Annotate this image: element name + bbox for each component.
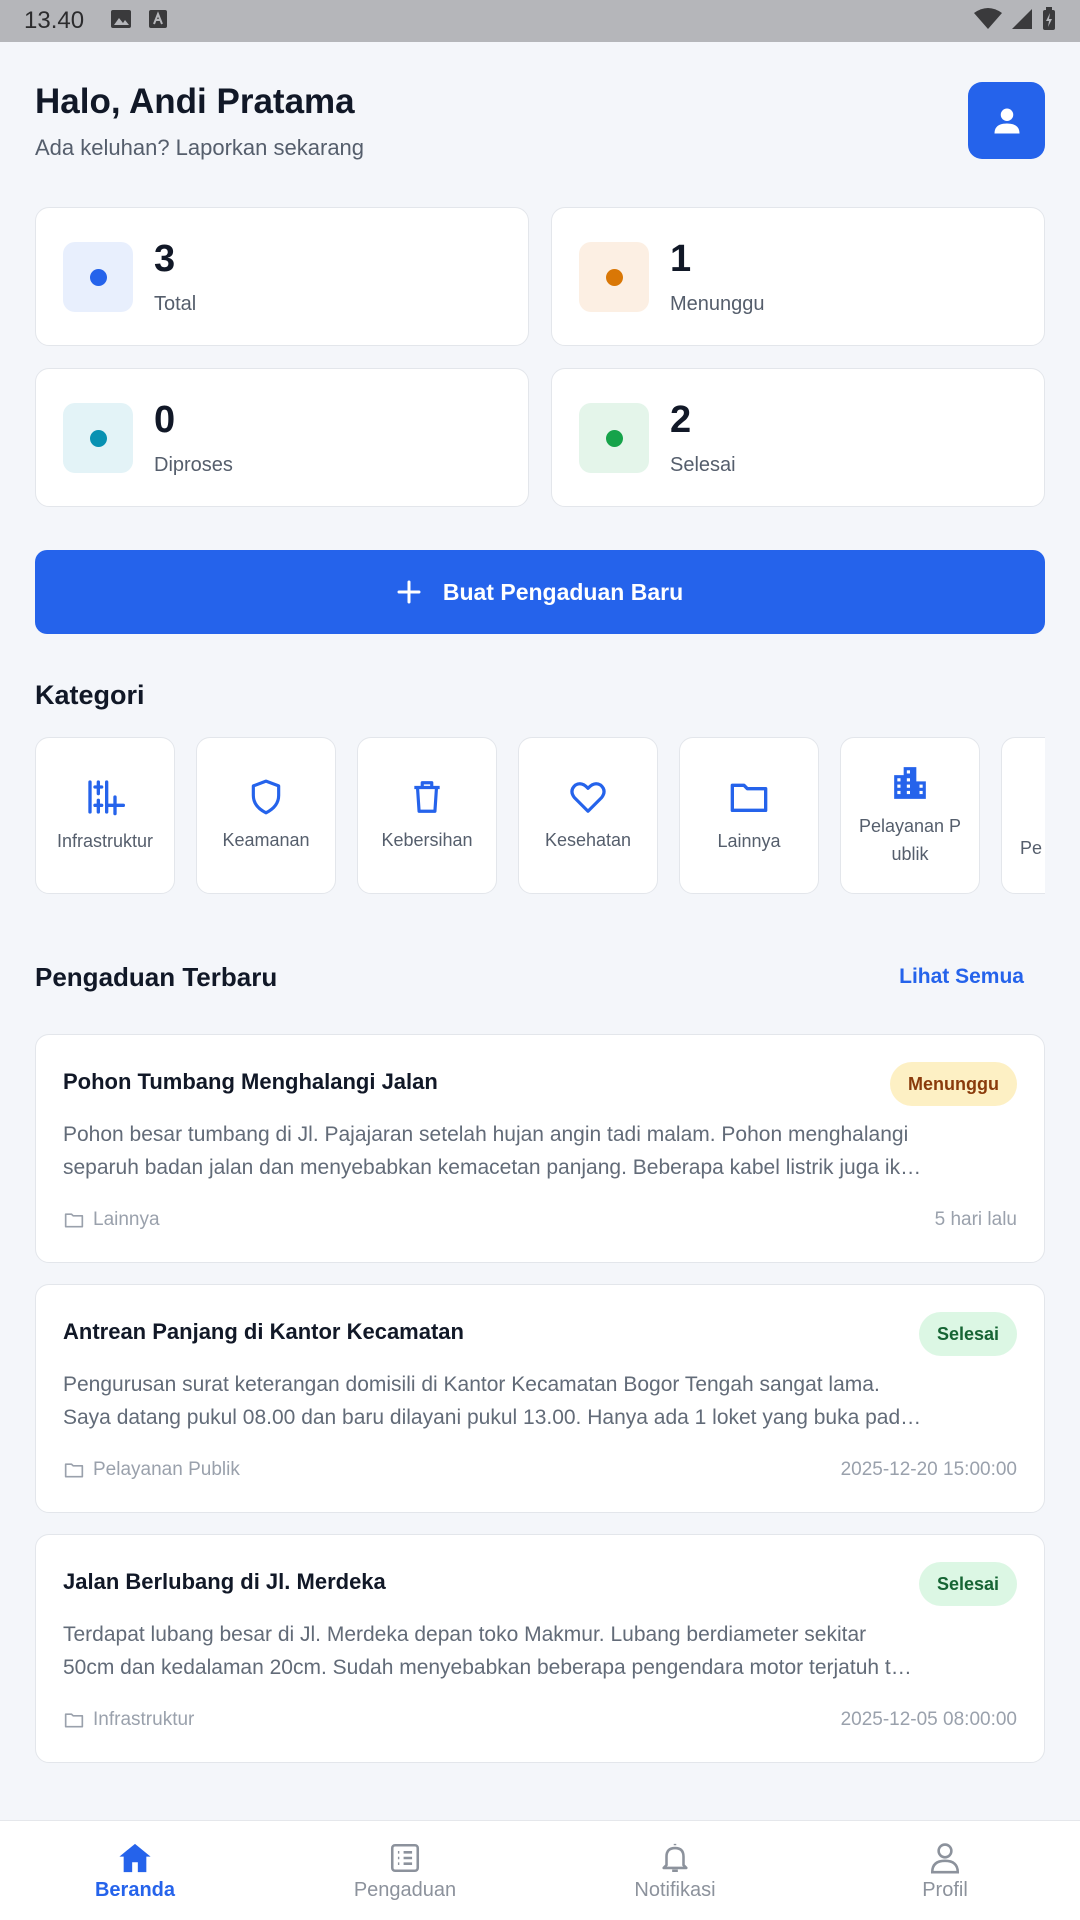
nav-label: Profil (922, 1878, 968, 1901)
stat-processing-icon (63, 403, 133, 473)
category-label: Kesehatan (544, 829, 632, 850)
complaint-title: Jalan Berlubang di Jl. Merdeka (63, 1569, 386, 1594)
new-complaint-label: Buat Pengaduan Baru (442, 578, 684, 605)
category-label: Keamanan (222, 829, 310, 850)
categories-title: Kategori (35, 680, 145, 710)
stat-total-label: Total (154, 293, 197, 315)
category-name: Lainnya (93, 1209, 160, 1230)
description-line: Saya datang pukul 08.00 dan baru dilayan… (63, 1406, 922, 1429)
complaint-category: Infrastruktur (63, 1709, 194, 1731)
category-label: Pelayanan Publik (858, 815, 962, 864)
stat-done-label: Selesai (670, 454, 736, 476)
category-label: Lainnya (717, 830, 781, 851)
description-line: Terdapat lubang besar di Jl. Merdeka dep… (63, 1623, 867, 1646)
stat-processing-value: 0 (154, 399, 176, 441)
stat-done-icon (579, 403, 649, 473)
plus-icon (397, 580, 421, 604)
status-badge: Selesai (918, 1312, 1017, 1356)
wifi-icon (974, 7, 1002, 35)
nav-profil[interactable]: Profil (810, 1821, 1080, 1920)
recent-title: Pengaduan Terbaru (35, 962, 278, 992)
category-lainnya[interactable]: Lainnya (679, 737, 819, 894)
complaint-description: Terdapat lubang besar di Jl. Merdeka dep… (63, 1618, 1019, 1684)
header: Halo, Andi Pratama Ada keluhan? Laporkan… (35, 78, 1045, 188)
greeting-subtitle: Ada keluhan? Laporkan sekarang (35, 135, 365, 160)
person-icon (994, 108, 1019, 133)
trash-icon (414, 780, 440, 813)
building-icon (894, 766, 926, 799)
category-name: Infrastruktur (93, 1709, 195, 1730)
description-line: Pengurusan surat keterangan domisili di … (63, 1373, 880, 1396)
stat-card-total[interactable]: 3 Total (35, 207, 529, 346)
complaint-category: Lainnya (63, 1209, 160, 1231)
stat-waiting-value: 1 (670, 238, 692, 280)
person-icon (930, 1842, 960, 1873)
bell-icon (662, 1843, 688, 1872)
complaint-card[interactable]: Antrean Panjang di Kantor Kecamatan Sele… (35, 1284, 1045, 1513)
category-infrastruktur[interactable]: Infrastruktur (35, 737, 175, 894)
category-label: Kebersihan (381, 829, 473, 850)
category-label: Pe (1020, 838, 1043, 858)
heart-icon (570, 781, 606, 813)
complaint-category: Pelayanan Publik (63, 1459, 240, 1481)
image-notification-icon (110, 9, 132, 34)
description-line: Pohon besar tumbang di Jl. Pajajaran set… (63, 1123, 909, 1146)
nav-label: Pengaduan (353, 1878, 457, 1901)
category-name: Pelayanan Publik (93, 1459, 240, 1480)
shield-icon (251, 779, 281, 814)
see-all-link[interactable]: Lihat Semua (899, 965, 1024, 989)
signal-icon (1010, 8, 1034, 35)
greeting-title: Halo, Andi Pratama (35, 82, 355, 121)
stat-waiting-icon (579, 242, 649, 312)
complaint-date: 5 hari lalu (934, 1209, 1017, 1230)
complaint-description: Pohon besar tumbang di Jl. Pajajaran set… (63, 1118, 1019, 1184)
nav-label: Beranda (94, 1878, 176, 1901)
home-icon (119, 1843, 151, 1872)
new-complaint-button[interactable]: Buat Pengaduan Baru (35, 550, 1045, 634)
stat-done-value: 2 (670, 399, 692, 441)
complaint-card[interactable]: Jalan Berlubang di Jl. Merdeka Selesai T… (35, 1534, 1045, 1763)
category-pelayanan-publik[interactable]: Pelayanan Publik (840, 737, 980, 894)
nav-beranda[interactable]: Beranda (0, 1821, 270, 1920)
bottom-nav: Beranda Pengaduan Notifikasi Profil (0, 1820, 1080, 1920)
nav-notifikasi[interactable]: Notifikasi (540, 1821, 810, 1920)
stat-card-waiting[interactable]: 1 Menunggu (551, 207, 1045, 346)
complaint-card[interactable]: Pohon Tumbang Menghalangi Jalan Menunggu… (35, 1034, 1045, 1263)
complaint-description: Pengurusan surat keterangan domisili di … (63, 1368, 1019, 1434)
status-badge: Selesai (918, 1562, 1017, 1606)
folder-icon (64, 1463, 84, 1478)
folder-icon (730, 783, 768, 812)
complaint-title: Pohon Tumbang Menghalangi Jalan (63, 1069, 438, 1094)
description-line: separuh badan jalan dan menyebabkan kema… (63, 1156, 922, 1179)
nav-label: Notifikasi (634, 1878, 716, 1901)
status-badge: Menunggu (890, 1062, 1017, 1106)
stat-waiting-label: Menunggu (670, 293, 765, 315)
status-time: 13.40 (24, 7, 85, 34)
category-list[interactable]: Infrastruktur Keamanan Kebersihan Keseha… (35, 737, 1045, 895)
list-icon (390, 1843, 420, 1872)
profile-button[interactable] (968, 82, 1045, 159)
battery-icon (1042, 6, 1056, 36)
stat-card-done[interactable]: 2 Selesai (551, 368, 1045, 507)
folder-icon (64, 1213, 84, 1228)
nav-pengaduan[interactable]: Pengaduan (270, 1821, 540, 1920)
category-label: Infrastruktur (56, 830, 154, 851)
stat-processing-label: Diproses (154, 454, 233, 476)
folder-icon (64, 1713, 84, 1728)
category-keamanan[interactable]: Keamanan (196, 737, 336, 894)
stat-total-value: 3 (154, 238, 176, 280)
infrastructure-icon (88, 779, 125, 815)
category-kesehatan[interactable]: Kesehatan (518, 737, 658, 894)
font-notification-icon (148, 9, 168, 34)
description-line: 50cm dan kedalaman 20cm. Sudah menyebabk… (63, 1656, 912, 1679)
stat-card-processing[interactable]: 0 Diproses (35, 368, 529, 507)
category-partial[interactable]: Pe (1001, 737, 1045, 894)
complaint-date: 2025-12-05 08:00:00 (840, 1709, 1017, 1730)
category-kebersihan[interactable]: Kebersihan (357, 737, 497, 894)
stat-total-icon (63, 242, 133, 312)
complaint-title: Antrean Panjang di Kantor Kecamatan (63, 1319, 464, 1344)
status-bar: 13.40 (0, 0, 1080, 42)
complaint-date: 2025-12-20 15:00:00 (840, 1459, 1017, 1480)
